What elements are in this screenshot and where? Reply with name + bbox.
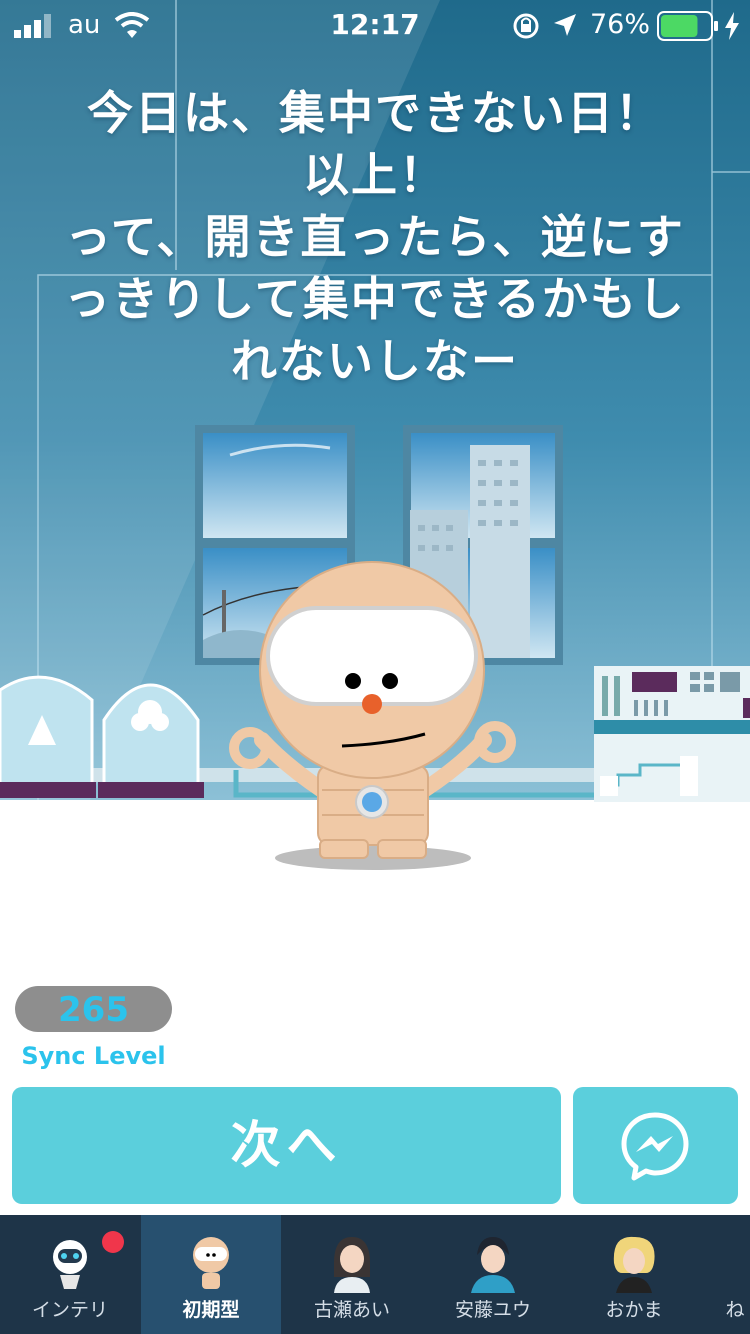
tab-shokikei[interactable]: 初期型 [141, 1215, 281, 1334]
messenger-icon [621, 1112, 689, 1181]
bottom-tab-bar: インテリ 初期型 古瀬あい 安藤ユウ おかま ね [0, 1215, 750, 1334]
tab-label: おかま [605, 1299, 663, 1321]
bald-robot-avatar-icon [193, 1237, 229, 1289]
tab-label: ね [725, 1299, 745, 1321]
message-line: って、開き直ったら、逆にす [65, 210, 685, 264]
charging-bolt-icon [725, 12, 739, 40]
sync-level-value: 265 [15, 986, 172, 1032]
chat-message: 今日は、集中できない日！ 以上！ って、開き直ったら、逆にす っきりして集中でき… [20, 82, 730, 392]
message-line: っきりして集中できるかもし [64, 272, 686, 326]
messenger-share-button[interactable] [573, 1087, 738, 1204]
glass-dome-left [0, 675, 96, 798]
woman-avatar-icon [334, 1237, 370, 1293]
sync-level-label: Sync Level [21, 1042, 166, 1070]
rotation-lock-icon [513, 13, 539, 39]
blonde-avatar-icon [613, 1236, 655, 1293]
status-bar: au 12:17 76% [0, 0, 750, 52]
tab-label: 古瀬あい [313, 1299, 390, 1321]
tab-label: インテリ [31, 1299, 108, 1321]
tab-interi[interactable]: インテリ [0, 1215, 140, 1334]
battery-percent: 76% [590, 9, 651, 40]
message-line: 今日は、集中できない日！ [87, 86, 663, 140]
tab-okama[interactable]: おかま [564, 1215, 704, 1334]
message-line: れないしなー [231, 334, 519, 388]
notification-badge [102, 1231, 124, 1253]
tab-more[interactable]: ね [705, 1215, 750, 1334]
robot-avatar-icon [53, 1240, 87, 1289]
control-panel [594, 666, 750, 802]
message-line: 以上！ [303, 148, 447, 202]
battery-icon [657, 11, 718, 41]
tab-label: 安藤ユウ [454, 1299, 531, 1321]
tab-label: 初期型 [182, 1299, 240, 1321]
location-arrow-icon [554, 14, 576, 36]
tab-ando-yu[interactable]: 安藤ユウ [423, 1215, 563, 1334]
next-button[interactable]: 次へ [12, 1087, 561, 1204]
tab-furuse-ai[interactable]: 古瀬あい [282, 1215, 422, 1334]
man-avatar-icon [471, 1237, 515, 1293]
